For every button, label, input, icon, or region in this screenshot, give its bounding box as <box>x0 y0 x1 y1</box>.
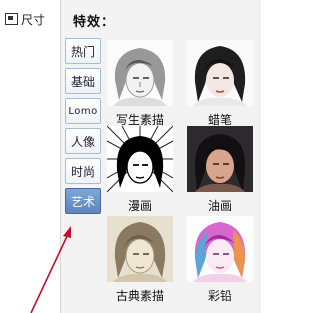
tab-hot[interactable]: 热门 <box>65 38 101 64</box>
effect-oil-painting[interactable]: 油画 <box>185 126 255 214</box>
panel-title: 特效： <box>73 15 116 30</box>
sketch-portrait-icon <box>107 40 173 106</box>
effect-color-pencil[interactable]: 彩铅 <box>185 216 255 304</box>
effects-panel: 特效： 热门 基础 Lomo 人像 时尚 艺术 写生素描 蜡笔 漫画 油画 古典… <box>60 0 261 313</box>
effect-label: 彩铅 <box>207 289 232 303</box>
effect-crayon[interactable]: 蜡笔 <box>185 40 255 128</box>
crayon-portrait-icon <box>187 40 253 106</box>
tab-portrait[interactable]: 人像 <box>65 128 101 154</box>
effect-category-tabs: 热门 基础 Lomo 人像 时尚 艺术 <box>65 38 103 218</box>
size-icon <box>5 13 18 25</box>
tab-lomo[interactable]: Lomo <box>65 98 101 124</box>
canvas-left-area: 尺寸 <box>0 0 60 313</box>
tab-fashion[interactable]: 时尚 <box>65 158 101 184</box>
comic-portrait-icon <box>107 126 173 192</box>
effect-label: 古典素描 <box>115 289 164 303</box>
tab-art[interactable]: 艺术 <box>65 188 101 214</box>
tab-basic[interactable]: 基础 <box>65 68 101 94</box>
size-label: 尺寸 <box>21 12 46 27</box>
effect-comic[interactable]: 漫画 <box>105 126 175 214</box>
size-tool[interactable]: 尺寸 <box>5 11 45 27</box>
effect-label: 漫画 <box>127 199 152 213</box>
classic-sketch-portrait-icon <box>107 216 173 282</box>
effect-classic-sketch[interactable]: 古典素描 <box>105 216 175 304</box>
oil-painting-portrait-icon <box>187 126 253 192</box>
effect-sketch[interactable]: 写生素描 <box>105 40 175 128</box>
effect-label: 油画 <box>207 199 232 213</box>
color-pencil-portrait-icon <box>187 216 253 282</box>
